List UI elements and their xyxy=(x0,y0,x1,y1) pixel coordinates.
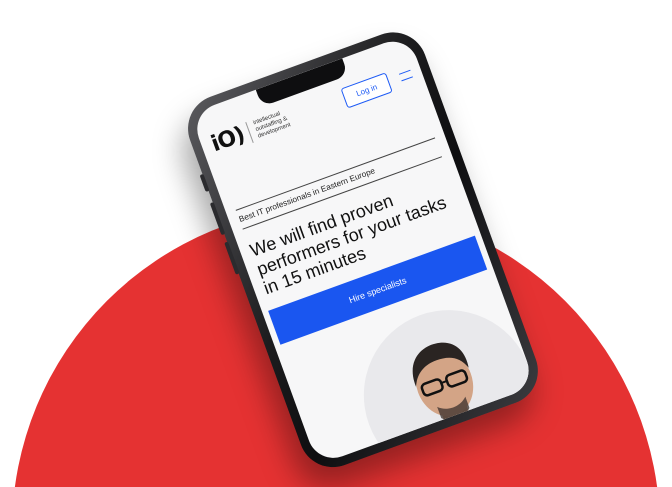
site-logo[interactable]: iO) xyxy=(208,122,248,157)
promo-banner: iO) intellectual outstaffing & developme… xyxy=(0,0,672,487)
menu-icon[interactable] xyxy=(398,69,413,82)
logo-tagline: intellectual outstaffing & development xyxy=(252,110,292,140)
logo-divider xyxy=(245,121,255,143)
login-button[interactable]: Log in xyxy=(340,71,393,108)
